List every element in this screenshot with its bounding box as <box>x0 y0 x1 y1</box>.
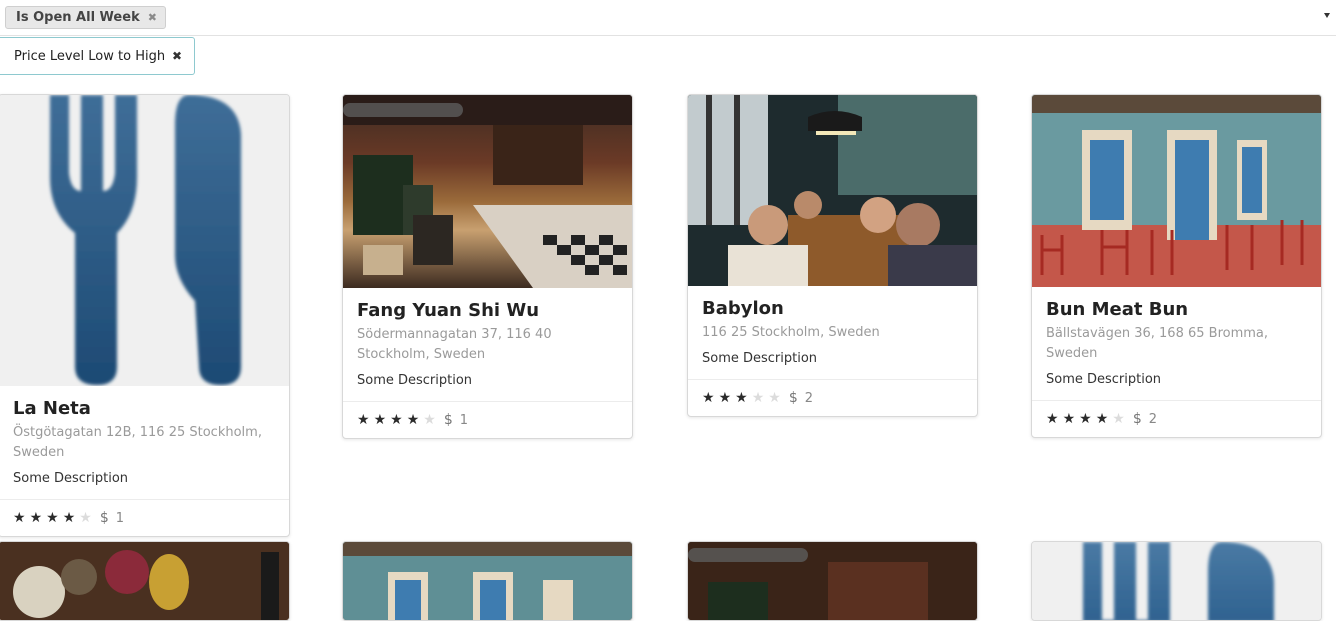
star-icon: ★ <box>735 390 748 406</box>
star-icon: ★ <box>13 510 26 526</box>
restaurant-photo <box>343 95 632 288</box>
fork-knife-icon <box>50 95 241 385</box>
rating-row: ★ ★ ★ ★ ★ $ 1 <box>0 499 289 536</box>
filter-chip-open-all-week[interactable]: Is Open All Week ✖ <box>5 6 166 29</box>
restaurant-card[interactable]: Bun Meat Bun Bällstavägen 36, 168 65 Bro… <box>1031 94 1322 438</box>
restaurant-address: Södermannagatan 37, 116 40 Stockholm, Sw… <box>357 327 552 362</box>
star-icon: ★ <box>718 390 732 406</box>
star-icon: ★ <box>390 412 403 428</box>
restaurant-photo <box>343 542 632 620</box>
restaurant-name[interactable]: Babylon <box>702 298 963 320</box>
star-icon: ★ <box>406 412 420 428</box>
sort-chip-label: Price Level Low to High <box>14 48 166 64</box>
star-icon: ★ <box>423 412 436 428</box>
restaurant-name[interactable]: Fang Yuan Shi Wu <box>357 300 618 322</box>
price-symbol: $ <box>443 412 453 428</box>
restaurant-card[interactable] <box>687 541 978 621</box>
star-icon: ★ <box>1079 411 1092 427</box>
star-icon: ★ <box>1046 411 1059 427</box>
star-icon: ★ <box>702 390 715 406</box>
price-level: 2 <box>804 390 814 406</box>
price-symbol: $ <box>99 510 109 526</box>
price-level: 1 <box>459 412 469 428</box>
caret-down-icon[interactable] <box>1324 13 1330 18</box>
star-icon: ★ <box>751 390 765 406</box>
restaurant-description: Some Description <box>13 471 129 486</box>
restaurant-photo <box>1032 95 1321 287</box>
price-level: 1 <box>115 510 125 526</box>
restaurant-card[interactable]: Babylon 116 25 Stockholm, Sweden Some De… <box>687 94 978 417</box>
filter-bar: Is Open All Week ✖ <box>0 0 1336 36</box>
star-icon: ★ <box>357 412 370 428</box>
restaurant-description: Some Description <box>702 351 818 366</box>
restaurant-card[interactable]: La Neta Östgötagatan 12B, 116 25 Stockho… <box>0 94 290 537</box>
remove-filter-icon[interactable]: ✖ <box>148 11 157 24</box>
restaurant-card[interactable] <box>0 541 290 621</box>
star-icon: ★ <box>29 510 43 526</box>
restaurant-photo <box>0 542 289 620</box>
restaurant-photo <box>688 542 977 620</box>
star-icon: ★ <box>1095 411 1109 427</box>
restaurant-card[interactable]: Fang Yuan Shi Wu Södermannagatan 37, 116… <box>342 94 633 439</box>
restaurant-address: 116 25 Stockholm, Sweden <box>702 325 880 340</box>
restaurant-card[interactable] <box>1031 541 1322 621</box>
star-icon: ★ <box>46 510 59 526</box>
star-icon: ★ <box>768 390 781 406</box>
price-symbol: $ <box>788 390 798 406</box>
price-level: 2 <box>1148 411 1158 427</box>
star-icon: ★ <box>79 510 92 526</box>
star-icon: ★ <box>373 412 387 428</box>
restaurant-name[interactable]: La Neta <box>13 398 275 420</box>
rating-row: ★ ★ ★ ★ ★ $ 1 <box>343 401 632 438</box>
filter-chip-label: Is Open All Week <box>16 10 140 25</box>
price-symbol: $ <box>1132 411 1142 427</box>
restaurant-address: Bällstavägen 36, 168 65 Bromma, Sweden <box>1046 326 1269 361</box>
star-icon: ★ <box>1112 411 1125 427</box>
fork-knife-icon <box>1083 542 1274 620</box>
rating-row: ★ ★ ★ ★ ★ $ 2 <box>1032 400 1321 437</box>
utensils-icon <box>0 95 289 386</box>
star-icon: ★ <box>62 510 76 526</box>
restaurant-description: Some Description <box>1046 372 1162 387</box>
rating-row: ★ ★ ★ ★ ★ $ 2 <box>688 379 977 416</box>
restaurant-name[interactable]: Bun Meat Bun <box>1046 299 1307 321</box>
utensils-icon <box>1032 542 1321 620</box>
restaurant-photo <box>688 95 977 286</box>
star-icon: ★ <box>1062 411 1076 427</box>
restaurant-address: Östgötagatan 12B, 116 25 Stockholm, Swed… <box>13 425 262 460</box>
sort-chip[interactable]: Price Level Low to High ✖ <box>0 37 195 75</box>
restaurant-description: Some Description <box>357 373 473 388</box>
remove-sort-icon[interactable]: ✖ <box>172 49 182 63</box>
restaurant-card[interactable] <box>342 541 633 621</box>
